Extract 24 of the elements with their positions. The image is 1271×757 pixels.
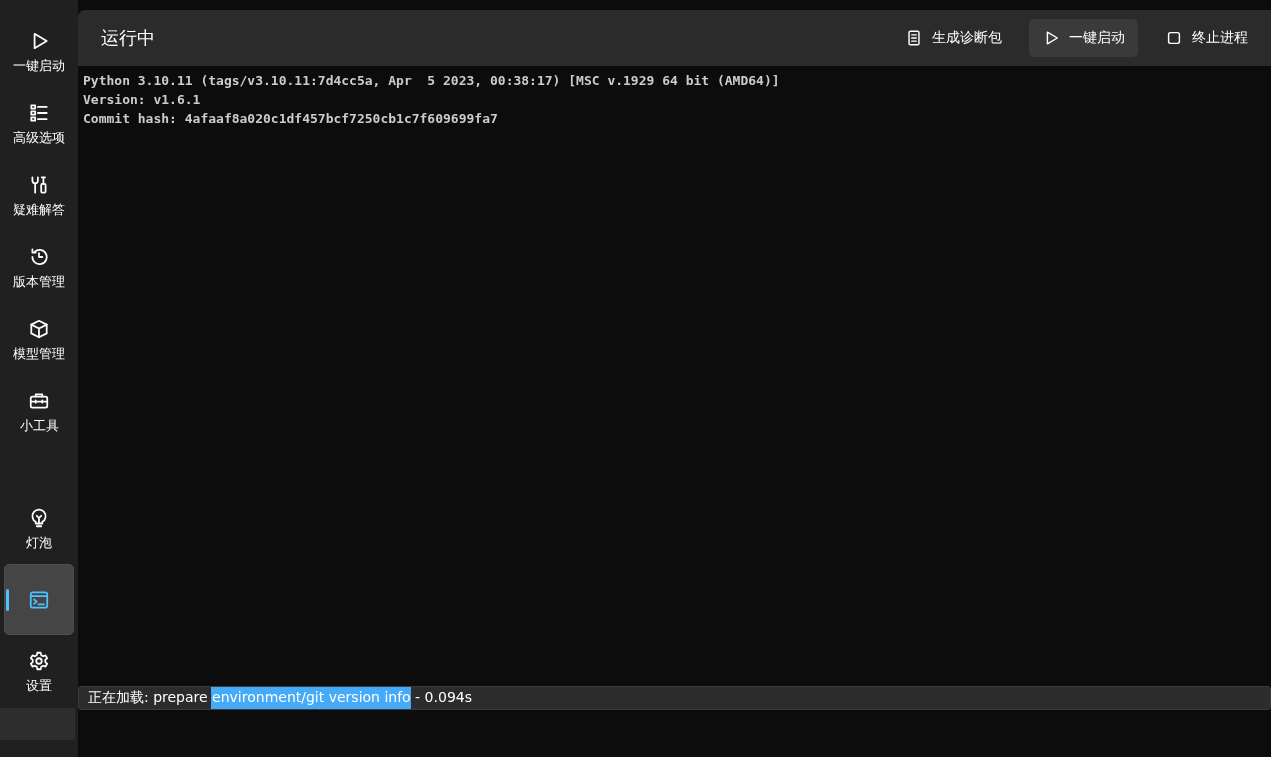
nav-item[interactable]: 灯泡 (4, 493, 74, 565)
toolbar-button[interactable]: 生成诊断包 (892, 19, 1015, 57)
square-icon (1165, 29, 1183, 47)
gear-icon (28, 649, 50, 672)
console-line: Version: v1.6.1 (83, 91, 202, 109)
list-icon (28, 101, 50, 124)
nav-item[interactable]: 小工具 (4, 376, 74, 448)
page-title: 运行中 (101, 26, 155, 50)
nav-item[interactable]: 一键启动 (4, 16, 74, 88)
terminal-icon (28, 588, 50, 611)
console-line: Commit hash: 4afaaf8a020c1df457bcf7250cb1c7f609699fa7 (83, 110, 499, 128)
status-text: 正在加载: prepare environment/git version info - 0.094s (88, 689, 472, 707)
nav-item[interactable]: 版本管理 (4, 232, 74, 304)
nav-item[interactable] (4, 564, 74, 635)
console-line: Python 3.10.11 (tags/v3.10.11:7d4cc5a, Apr 5 2023, 00:38:17) [MSC v.1929 64 bit (AMD64)] (83, 72, 781, 90)
selection-indicator (6, 589, 9, 611)
toolbar-button[interactable]: 终止进程 (1152, 19, 1261, 57)
cube-icon (28, 317, 50, 340)
nav-item[interactable]: 设置 (4, 636, 74, 708)
nav-item[interactable]: 疑难解答 (4, 160, 74, 232)
nav-item[interactable]: 高级选项 (4, 88, 74, 160)
toolbar-button[interactable]: 一键启动 (1029, 19, 1138, 57)
document-icon (905, 29, 923, 47)
nav-item[interactable]: 模型管理 (4, 304, 74, 376)
